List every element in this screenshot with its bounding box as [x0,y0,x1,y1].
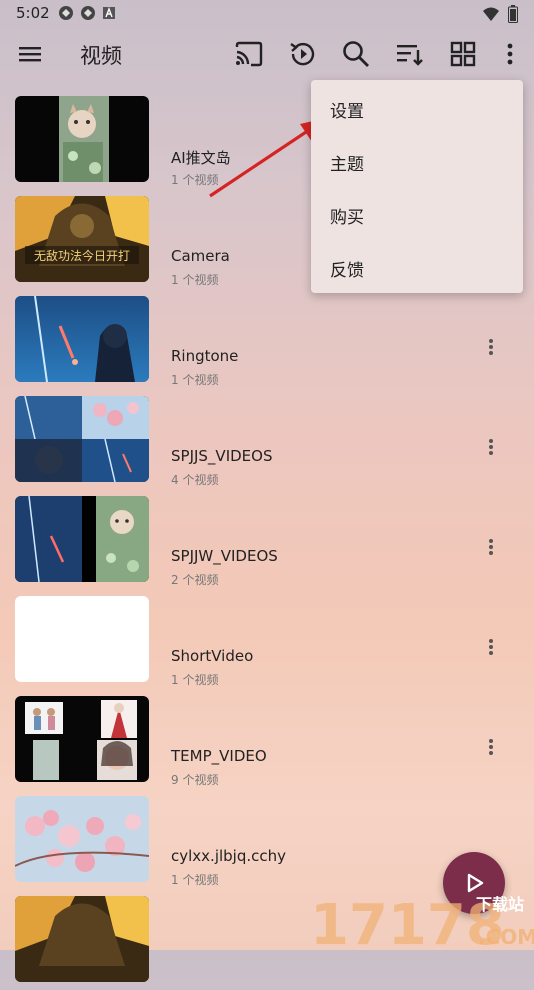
folder-name: ShortVideo [171,647,254,665]
folder-thumbnail [15,496,149,582]
sort-button[interactable] [392,38,426,70]
folder-video-count: 1 个视频 [171,673,219,687]
folder-row[interactable]: TEMP_VIDEO 9 个视频 [0,690,534,790]
folder-name: Camera [171,247,230,265]
history-icon [290,42,315,66]
status-notification-icons [58,5,118,21]
folder-video-count: 1 个视频 [171,373,219,387]
menu-item-feedback[interactable]: 反馈 [330,256,364,281]
folder-name: SPJJS_VIDEOS [171,447,273,465]
folder-name: Ringtone [171,347,239,365]
folder-more-button[interactable] [481,532,501,562]
top-app-bar: 视频 [0,28,534,80]
folder-video-count: 4 个视频 [171,473,219,487]
status-system-icons [482,5,518,27]
folder-video-count: 1 个视频 [171,873,219,887]
folder-video-count: 9 个视频 [171,773,219,787]
battery-icon [508,5,518,27]
grid-view-button[interactable] [446,38,480,70]
folder-thumbnail [15,896,149,982]
search-button[interactable] [339,38,373,70]
folder-name: SPJJW_VIDEOS [171,547,278,565]
menu-item-settings[interactable]: 设置 [330,97,364,122]
sort-icon [397,45,423,66]
status-time: 5:02 [16,4,50,22]
history-button[interactable] [286,38,320,70]
folder-thumbnail [15,796,149,882]
folder-thumbnail [15,396,149,482]
folder-video-count: 2 个视频 [171,573,219,587]
folder-thumbnail [15,96,149,182]
a-badge-icon [102,5,118,21]
more-vert-icon [489,639,493,655]
folder-more-button[interactable] [481,632,501,662]
watermark-domain: .COM [478,925,534,949]
thumbnail-caption: 无敌功法今日开打 [34,248,130,263]
menu-item-theme[interactable]: 主题 [330,150,364,175]
menu-icon [19,47,41,62]
cast-button[interactable] [232,38,266,70]
folder-name: TEMP_VIDEO [171,747,267,765]
folder-more-button[interactable] [481,432,501,462]
folder-thumbnail [15,596,149,682]
watermark-label: 下载站 [476,895,524,914]
folder-more-button[interactable] [481,732,501,762]
app-notification-icon [80,5,96,21]
grid-view-icon [450,41,476,67]
folder-more-button[interactable] [481,332,501,362]
app-notification-icon [58,5,74,21]
folder-row[interactable]: SPJJS_VIDEOS 4 个视频 [0,390,534,490]
folder-name: cylxx.jlbjq.cchy [171,847,287,865]
search-icon [343,41,369,67]
more-vert-icon [489,339,493,355]
folder-video-count: 1 个视频 [171,273,219,287]
watermark-logo: 17178 下载站 .COM [308,886,534,958]
menu-button[interactable] [14,38,48,70]
overflow-menu-button[interactable] [493,38,527,70]
folder-thumbnail: 无敌功法今日开打 [15,196,149,282]
folder-thumbnail [15,296,149,382]
menu-item-purchase[interactable]: 购买 [330,203,364,228]
wifi-icon [482,6,500,26]
overflow-menu: 设置 主题 购买 反馈 [311,80,523,293]
more-vert-icon [489,539,493,555]
folder-thumbnail [15,696,149,782]
more-vert-icon [507,43,513,65]
more-vert-icon [489,439,493,455]
status-bar: 5:02 [0,0,534,28]
folder-row[interactable]: SPJJW_VIDEOS 2 个视频 [0,490,534,590]
cast-icon [235,41,263,67]
folder-row[interactable]: Ringtone 1 个视频 [0,290,534,390]
more-vert-icon [489,739,493,755]
folder-row[interactable]: ShortVideo 1 个视频 [0,590,534,690]
page-title: 视频 [80,44,122,68]
